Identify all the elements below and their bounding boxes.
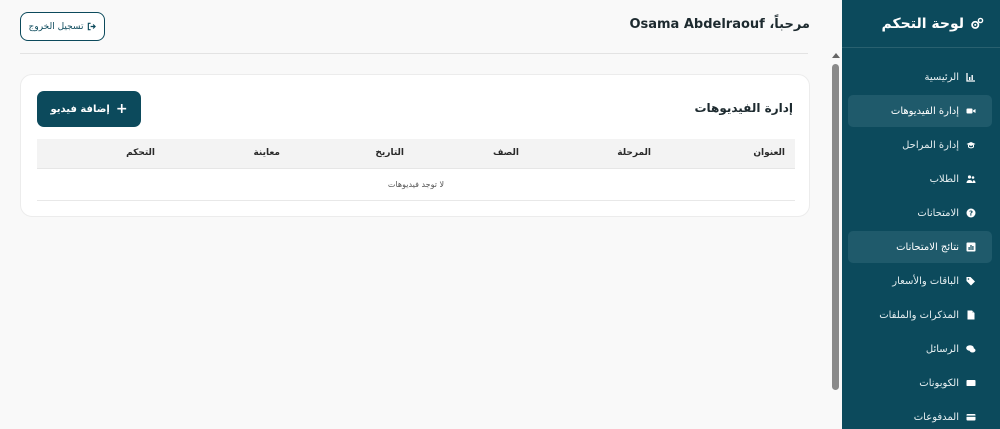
- sidebar-nav: الرئيسية إدارة الفيديوهات إدارة المراحل …: [842, 48, 1000, 429]
- videos-card: + إضافة فيديو إدارة الفيديوهات العنوان ا…: [20, 74, 810, 217]
- chart-icon: [966, 72, 976, 82]
- sidebar: لوحة التحكم الرئيسية إدارة الفيديوهات إد…: [842, 0, 1000, 429]
- scroll-up-arrow-icon[interactable]: [832, 53, 840, 58]
- empty-state-message: لا توجد فيديوهات: [387, 180, 445, 189]
- sidebar-item-students[interactable]: الطلاب: [848, 163, 992, 195]
- header-divider: [20, 53, 808, 54]
- sidebar-item-exams[interactable]: ? الامتحانات: [848, 197, 992, 229]
- sidebar-item-home[interactable]: الرئيسية: [848, 61, 992, 93]
- poll-icon: [966, 242, 976, 252]
- page-scrollbar[interactable]: [830, 50, 842, 429]
- add-video-label: إضافة فيديو: [50, 103, 110, 115]
- sidebar-item-packages[interactable]: الباقات والأسعار: [848, 265, 992, 297]
- graduation-cap-icon: [966, 140, 976, 150]
- svg-text:?: ?: [969, 210, 973, 218]
- sidebar-item-label: الطلاب: [929, 173, 959, 185]
- comments-icon: [966, 344, 976, 354]
- sidebar-item-label: الكوبونات: [919, 377, 959, 389]
- sidebar-header: لوحة التحكم: [842, 0, 1000, 48]
- topbar: تسجيل الخروج مرحباً، Osama Abdelraouf: [0, 0, 830, 53]
- ticket-icon: [966, 378, 976, 388]
- question-circle-icon: ?: [966, 208, 976, 218]
- sidebar-item-label: إدارة الفيديوهات: [890, 105, 959, 117]
- tags-icon: [966, 276, 976, 286]
- sidebar-item-label: إدارة المراحل: [902, 139, 959, 151]
- sign-out-icon: [87, 22, 97, 31]
- gears-icon: [970, 17, 984, 31]
- welcome-greeting: مرحباً، Osama Abdelraouf: [629, 17, 810, 32]
- page-title: إدارة الفيديوهات: [694, 101, 793, 115]
- sidebar-item-label: الرسائل: [925, 343, 959, 355]
- sidebar-item-label: المذكرات والملفات: [879, 309, 959, 321]
- column-header-grade: الصف: [492, 148, 519, 158]
- column-header-date: التاريخ: [375, 148, 404, 158]
- sidebar-item-videos[interactable]: إدارة الفيديوهات: [848, 95, 992, 127]
- sidebar-item-files[interactable]: المذكرات والملفات: [848, 299, 992, 331]
- video-icon: [966, 106, 976, 116]
- scrollbar-thumb[interactable]: [832, 64, 839, 390]
- sidebar-item-label: الباقات والأسعار: [892, 275, 959, 287]
- sidebar-item-exam-results[interactable]: نتائج الامتحانات: [848, 231, 992, 263]
- sidebar-item-label: الامتحانات: [917, 207, 959, 219]
- file-icon: [966, 310, 976, 320]
- sidebar-item-coupons[interactable]: الكوبونات: [848, 367, 992, 399]
- sidebar-item-label: الرئيسية: [924, 71, 959, 83]
- credit-card-icon: [966, 412, 976, 422]
- videos-table: العنوان المرحلة الصف التاريخ معاينة التح…: [37, 139, 795, 201]
- column-header-preview: معاينة: [253, 148, 280, 158]
- table-header: العنوان المرحلة الصف التاريخ معاينة التح…: [37, 139, 795, 169]
- sidebar-item-stages[interactable]: إدارة المراحل: [848, 129, 992, 161]
- sidebar-item-messages[interactable]: الرسائل: [848, 333, 992, 365]
- sidebar-item-payments[interactable]: المدفوعات: [848, 401, 992, 429]
- table-row: لا توجد فيديوهات: [37, 169, 795, 201]
- column-header-actions: التحكم: [126, 148, 155, 158]
- sidebar-item-label: نتائج الامتحانات: [896, 241, 959, 253]
- sidebar-title: لوحة التحكم: [881, 15, 964, 32]
- column-header-title: العنوان: [753, 148, 785, 158]
- logout-button[interactable]: تسجيل الخروج: [20, 12, 105, 41]
- users-icon: [966, 174, 976, 184]
- logout-label: تسجيل الخروج: [28, 21, 84, 32]
- column-header-stage: المرحلة: [617, 148, 651, 158]
- plus-icon: +: [115, 101, 128, 117]
- add-video-button[interactable]: + إضافة فيديو: [37, 91, 141, 127]
- sidebar-item-label: المدفوعات: [913, 411, 959, 423]
